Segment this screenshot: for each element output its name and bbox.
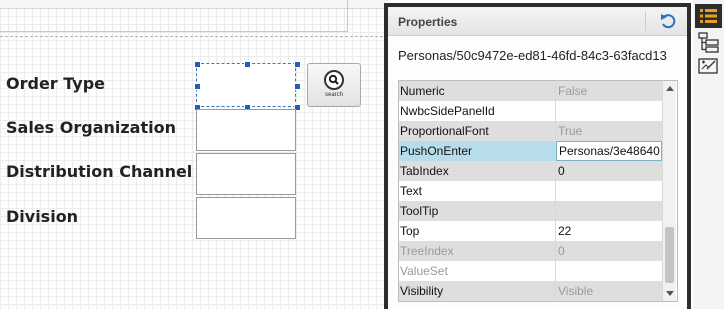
property-name: ToolTip	[399, 201, 556, 221]
property-row[interactable]: NwbcSidePanelId	[399, 101, 662, 121]
property-value[interactable]: False	[556, 81, 662, 101]
canvas-guide-line	[0, 36, 388, 37]
property-name: ValueSet	[399, 261, 556, 281]
property-name: Top	[399, 221, 556, 241]
order-type-label: Order Type	[6, 74, 106, 93]
property-value[interactable]: Visible	[556, 281, 662, 301]
property-name: TreeIndex	[399, 241, 556, 261]
property-row[interactable]: Numeric False	[399, 81, 662, 101]
property-value[interactable]: 0	[556, 241, 662, 261]
division-field[interactable]	[196, 197, 296, 239]
tree-view-icon[interactable]	[695, 30, 722, 54]
property-name: NwbcSidePanelId	[399, 101, 556, 121]
property-value[interactable]	[556, 101, 662, 121]
property-value[interactable]	[556, 201, 662, 221]
properties-scrollbar[interactable]	[662, 81, 676, 301]
property-value[interactable]: True	[556, 121, 662, 141]
property-rows: Numeric False NwbcSidePanelId ProportionalF…	[399, 81, 662, 301]
right-toolbar	[693, 0, 724, 309]
property-value[interactable]: 22	[556, 221, 662, 241]
design-canvas[interactable]: Order Type Sales Organization Distributi…	[0, 0, 388, 309]
property-row[interactable]: TreeIndex 0	[399, 241, 662, 261]
resize-handle[interactable]	[194, 83, 201, 90]
division-label: Division	[6, 207, 79, 226]
property-row[interactable]: Text	[399, 181, 662, 201]
property-row[interactable]: Top 22	[399, 221, 662, 241]
search-button[interactable]: search	[307, 63, 361, 107]
search-button-label: search	[324, 92, 343, 98]
properties-grid[interactable]: Numeric False NwbcSidePanelId ProportionalF…	[398, 80, 678, 302]
property-row[interactable]: ProportionalFont True	[399, 121, 662, 141]
sales-organization-field[interactable]	[196, 109, 296, 151]
property-value[interactable]	[556, 261, 662, 281]
property-row[interactable]: ValueSet	[399, 261, 662, 281]
resize-handle[interactable]	[244, 61, 251, 68]
search-icon	[324, 70, 344, 90]
property-name: Visibility	[399, 281, 556, 301]
property-name: ProportionalFont	[399, 121, 556, 141]
scroll-down-arrow-icon[interactable]	[666, 291, 674, 296]
sales-organization-label: Sales Organization	[6, 118, 176, 137]
top-container-frame[interactable]	[0, 0, 348, 32]
properties-list-icon[interactable]	[695, 4, 722, 28]
property-value[interactable]	[556, 181, 662, 201]
property-row[interactable]: Visibility Visible	[399, 281, 662, 301]
resize-handle[interactable]	[294, 61, 301, 68]
property-value[interactable]: Personas/3e48640	[556, 141, 662, 161]
properties-panel: Properties Personas/50c9472e-ed81-46fd-8…	[384, 3, 691, 309]
distribution-channel-label: Distribution Channel	[6, 162, 193, 181]
scroll-up-arrow-icon[interactable]	[666, 86, 674, 91]
property-name: Numeric	[399, 81, 556, 101]
undo-icon[interactable]	[658, 11, 678, 31]
object-path: Personas/50c9472e-ed81-46fd-84c3-63facd1…	[398, 48, 667, 63]
scroll-thumb[interactable]	[665, 227, 674, 283]
resize-handle[interactable]	[194, 61, 201, 68]
panel-title: Properties	[398, 15, 458, 29]
property-name: TabIndex	[399, 161, 556, 181]
property-row[interactable]: ToolTip	[399, 201, 662, 221]
properties-panel-header: Properties	[388, 7, 687, 36]
order-type-field[interactable]	[194, 61, 301, 111]
script-editor-icon[interactable]	[695, 55, 722, 79]
property-name: Text	[399, 181, 556, 201]
property-row[interactable]: PushOnEnter Personas/3e48640	[399, 141, 662, 161]
resize-handle[interactable]	[294, 83, 301, 90]
property-value[interactable]: 0	[556, 161, 662, 181]
property-name: PushOnEnter	[399, 141, 556, 161]
property-row[interactable]: TabIndex 0	[399, 161, 662, 181]
distribution-channel-field[interactable]	[196, 153, 296, 195]
header-divider	[645, 11, 646, 31]
